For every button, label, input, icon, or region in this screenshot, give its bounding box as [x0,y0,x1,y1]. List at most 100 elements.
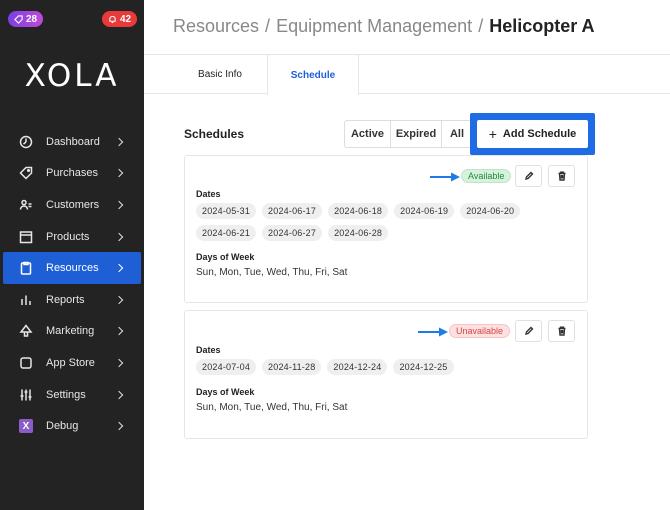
chevron-right-icon [114,200,124,210]
breadcrumb-separator: / [265,16,271,36]
sidebar-item-settings[interactable]: Settings [0,379,144,411]
alert-badge-red[interactable]: 42 [102,11,138,27]
dashboard-icon [19,135,33,149]
date-chip: 2024-05-31 [196,203,257,219]
chevron-right-icon [114,263,124,273]
date-chip: 2024-06-21 [196,225,257,241]
status-badge: Unavailable [449,324,511,338]
days-of-week-label: Days of Week [196,387,255,397]
sidebar-item-label: Settings [46,388,86,401]
delete-button[interactable] [548,165,575,187]
date-chip: 2024-06-19 [394,203,455,219]
add-schedule-label: Add Schedule [502,128,577,140]
filter-all-button[interactable]: All [441,120,473,148]
sidebar-item-marketing[interactable]: Marketing [0,316,144,348]
plus-icon: + [488,126,497,142]
chevron-right-icon [114,169,124,178]
date-chip: 2024-06-27 [262,225,323,241]
bell-icon [109,15,116,23]
trash-icon [558,326,565,336]
sliders-icon [19,388,33,402]
date-chip: 2024-06-18 [328,203,389,219]
dates-list: 2024-05-31 2024-06-17 2024-06-18 2024-06… [196,203,556,241]
chevron-right-icon [114,137,124,147]
tag-icon [19,166,33,180]
page-header: Resources / Equipment Management / Helicopte… [144,0,670,55]
dates-list: 2024-07-04 2024-11-28 2024-12-24 2024-12… [196,359,556,375]
breadcrumb: Resources / Equipment Management / Helicopte… [173,16,595,37]
arrow-pointer-icon [429,170,461,182]
debug-icon: X [19,419,33,434]
tag-icon [14,14,23,24]
sidebar-item-debug[interactable]: X Debug [0,410,144,442]
filter-expired-button[interactable]: Expired [390,120,442,148]
add-schedule-button[interactable]: + Add Schedule [477,120,588,148]
tab-bar: Basic Info Schedule [144,55,670,95]
date-chip: 2024-06-17 [262,203,323,219]
sidebar-item-label: App Store [46,356,95,369]
status-badge: Available [461,169,512,183]
days-of-week-value: Sun, Mon, Tue, Wed, Thu, Fri, Sat [196,267,348,278]
dates-label: Dates [196,345,221,355]
tab-basic-info[interactable]: Basic Info [173,55,267,94]
sidebar-item-label: Customers [46,198,100,211]
tab-schedule[interactable]: Schedule [267,55,359,95]
clipboard-icon [19,261,33,275]
sidebar-item-products[interactable]: Products [0,221,144,253]
pencil-icon [524,171,533,180]
sidebar-item-label: Purchases [46,167,98,180]
square-icon [19,356,33,370]
chevron-right-icon [114,327,124,336]
sidebar-nav: Dashboard Purchases Customers Products R… [0,126,144,442]
date-chip: 2024-12-24 [327,359,388,375]
chevron-right-icon [114,232,124,241]
trash-icon [558,171,565,181]
schedules-title: Schedules [184,127,245,141]
days-of-week-value: Sun, Mon, Tue, Wed, Thu, Fri, Sat [196,402,348,413]
filter-active-button[interactable]: Active [344,120,391,148]
xola-logo[interactable]: XOLA [0,58,144,94]
edit-button[interactable] [515,165,542,187]
users-icon [19,198,33,212]
sidebar-item-label: Reports [46,293,85,306]
sidebar-item-label: Dashboard [46,135,100,148]
date-chip: 2024-07-04 [196,359,257,375]
breadcrumb-resources[interactable]: Resources [173,16,259,36]
chevron-right-icon [114,358,124,368]
date-chip: 2024-12-25 [393,359,454,375]
sidebar-item-label: Marketing [46,325,95,338]
sidebar: 28 42 XOLA Dashboard Purchases Customers… [0,0,144,510]
arrow-pointer-icon [417,325,449,337]
delete-button[interactable] [548,320,575,342]
sidebar-item-customers[interactable]: Customers [0,189,144,221]
edit-button[interactable] [515,320,542,342]
sidebar-item-purchases[interactable]: Purchases [0,158,144,190]
megaphone-icon [19,324,33,338]
breadcrumb-equipment-management[interactable]: Equipment Management [276,16,472,36]
date-chip: 2024-06-20 [460,203,521,219]
dates-label: Dates [196,189,221,199]
days-of-week-label: Days of Week [196,252,255,262]
sidebar-item-dashboard[interactable]: Dashboard [0,126,144,158]
sidebar-item-label: Resources [46,262,99,275]
notification-badge-purple[interactable]: 28 [8,11,44,27]
sidebar-item-resources[interactable]: Resources [3,252,141,284]
bar-chart-icon [19,293,33,307]
sidebar-item-label: Debug [46,420,79,433]
chevron-right-icon [114,295,124,305]
badge-count: 28 [26,13,38,25]
sidebar-item-label: Products [46,230,90,243]
schedule-card: Unavailable Dates 2024-07-04 2024-11-28 … [184,310,588,439]
pencil-icon [524,326,533,335]
add-schedule-highlight: + Add Schedule [470,113,595,155]
sidebar-item-app-store[interactable]: App Store [0,347,144,379]
box-icon [19,230,33,244]
breadcrumb-separator: / [478,16,484,36]
date-chip: 2024-11-28 [262,359,322,375]
chevron-right-icon [114,390,124,399]
chevron-right-icon [114,421,124,431]
sidebar-item-reports[interactable]: Reports [0,284,144,316]
page-title: Helicopter A [489,16,595,36]
schedule-card: Available Dates 2024-05-31 2024-06-17 20… [184,155,588,303]
date-chip: 2024-06-28 [328,225,389,241]
